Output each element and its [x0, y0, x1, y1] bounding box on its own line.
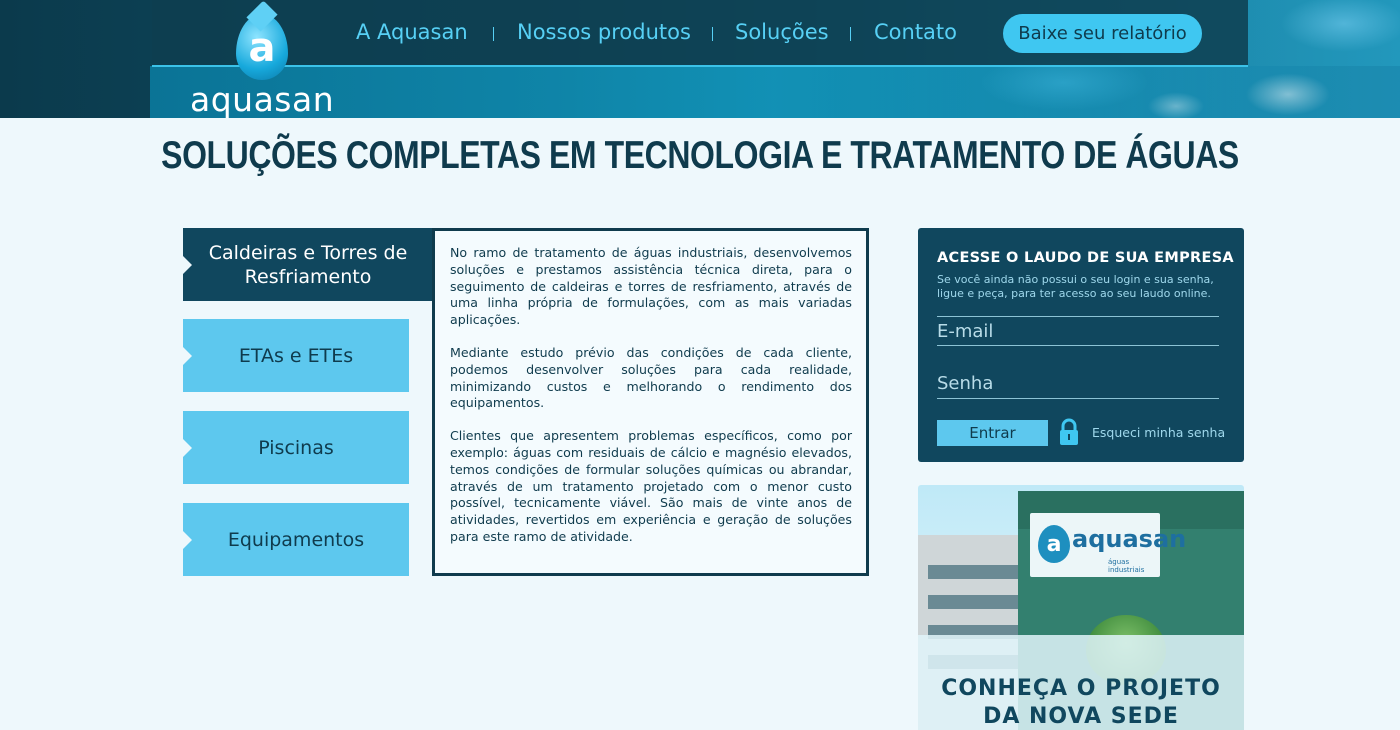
promo-title-line: CONHEÇA O PROJETO: [941, 676, 1221, 701]
logo-letter: a: [248, 25, 276, 71]
promo-title-line: DA NOVA SEDE: [983, 704, 1179, 729]
promo-title: CONHEÇA O PROJETO DA NOVA SEDE: [918, 675, 1244, 730]
tab-label: Piscinas: [258, 436, 334, 459]
nav-separator: [712, 27, 713, 41]
nav-separator: [850, 27, 851, 41]
page-headline: SOLUÇÕES COMPLETAS EM TECNOLOGIA E TRATA…: [161, 134, 1239, 177]
lock-icon: [1060, 418, 1078, 445]
nav-item-contato[interactable]: Contato: [874, 20, 957, 44]
content-paragraph: Clientes que apresentem problemas especí…: [450, 428, 852, 544]
new-headquarters-promo[interactable]: a aquasan águas industriais CONHEÇA O PR…: [918, 485, 1244, 730]
nav-separator: [493, 27, 494, 41]
tab-piscinas[interactable]: Piscinas: [183, 411, 409, 484]
login-submit-button[interactable]: Entrar: [937, 420, 1048, 446]
building-sign: a aquasan águas industriais: [1030, 513, 1186, 577]
download-report-button[interactable]: Baixe seu relatório: [1003, 14, 1202, 53]
tab-label: ETAs e ETEs: [238, 344, 354, 367]
water-drop-icon: a: [236, 14, 288, 80]
content-paragraph: Mediante estudo prévio das condições de …: [450, 344, 852, 411]
tab-etas-e-etes[interactable]: ETAs e ETEs: [183, 319, 409, 392]
email-field[interactable]: E-mail: [937, 316, 1219, 346]
building-window: [928, 565, 1028, 579]
logo-wordmark: aquasan: [190, 80, 335, 118]
login-title: ACESSE O LAUDO DE SUA EMPRESA: [937, 250, 1234, 266]
sign-wordmark: aquasan: [1072, 525, 1187, 553]
nav-item-solucoes[interactable]: Soluções: [735, 20, 829, 44]
tab-label: Equipamentos: [227, 528, 365, 551]
tab-equipamentos[interactable]: Equipamentos: [183, 503, 409, 576]
login-subtitle: Se você ainda não possui o seu login e s…: [937, 273, 1214, 300]
content-paragraph: No ramo de tratamento de águas industria…: [450, 245, 852, 328]
nav-item-nossos-produtos[interactable]: Nossos produtos: [517, 20, 691, 44]
password-field[interactable]: Senha: [937, 369, 1219, 399]
tab-label: Caldeiras e Torres de Resfriamento: [208, 241, 408, 288]
login-panel: ACESSE O LAUDO DE SUA EMPRESA Se você ai…: [918, 228, 1244, 462]
building-window: [928, 595, 1028, 609]
content-panel: No ramo de tratamento de águas industria…: [432, 228, 869, 576]
nav-item-a-aquasan[interactable]: A Aquasan: [356, 20, 468, 44]
forgot-password-link[interactable]: Esqueci minha senha: [1092, 425, 1225, 440]
sign-drop-icon: a: [1038, 525, 1070, 563]
header: a aquasan A Aquasan Nossos produtos Solu…: [0, 0, 1400, 118]
aquasan-logo[interactable]: a aquasan: [190, 14, 340, 118]
tab-caldeiras-e-torres[interactable]: Caldeiras e Torres de Resfriamento: [183, 228, 433, 301]
sign-subtitle: águas industriais: [1108, 558, 1145, 574]
